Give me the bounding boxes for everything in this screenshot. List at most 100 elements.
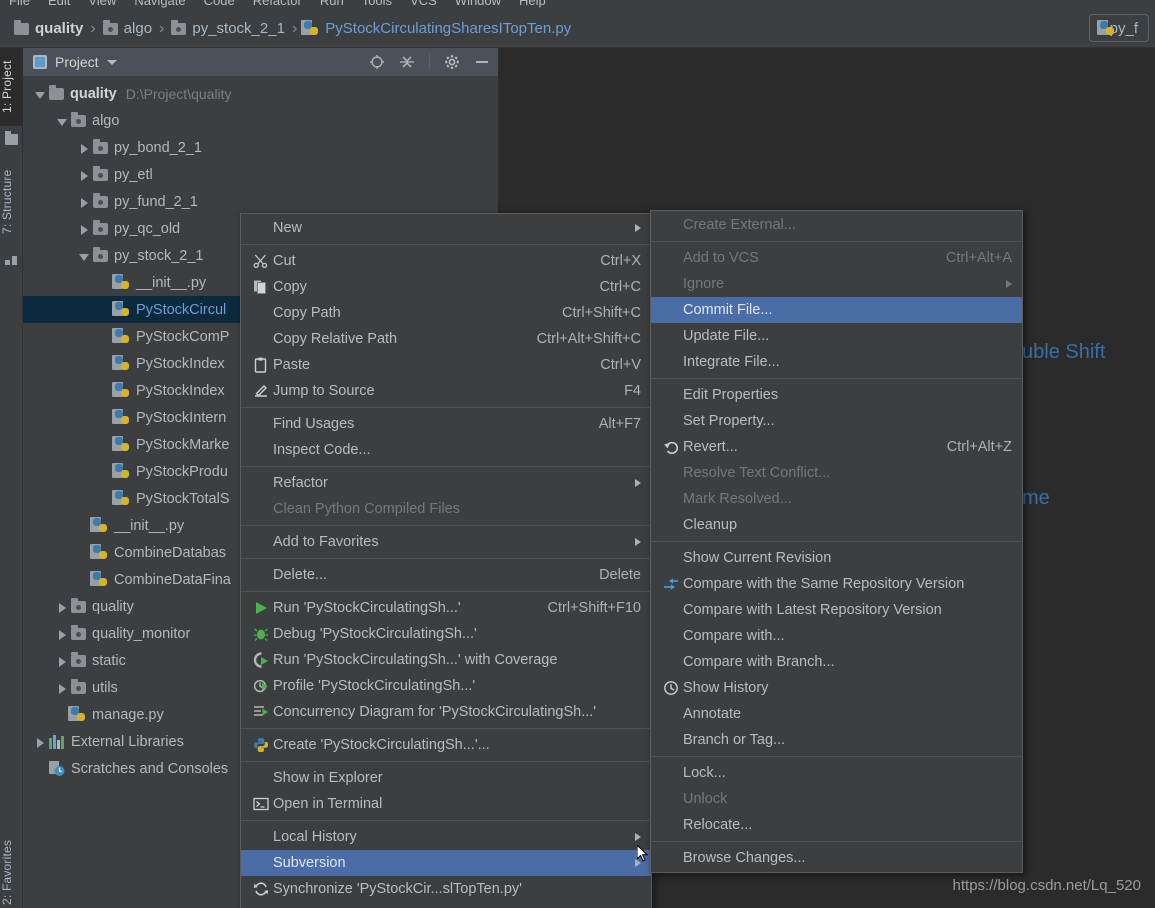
menu-item-cleanup[interactable]: Cleanup xyxy=(651,512,1022,538)
menu-item-local-history[interactable]: Local History xyxy=(241,824,651,850)
menu-item-create-pystockcirculatingsh[interactable]: Create 'PyStockCirculatingSh...'... xyxy=(241,732,651,758)
chevron-right-icon[interactable] xyxy=(77,222,91,236)
menu-item-integrate-file[interactable]: Integrate File... xyxy=(651,349,1022,375)
chevron-right-icon[interactable] xyxy=(77,141,91,155)
menu-item-jump-to-source[interactable]: Jump to Source F4 xyxy=(241,378,651,404)
breadcrumb-item-2[interactable]: py_stock_2_1 xyxy=(171,19,285,37)
menubar-item-vcs[interactable]: VCS xyxy=(401,0,446,7)
breadcrumb-item-0[interactable]: quality xyxy=(14,19,83,37)
chevron-down-icon[interactable] xyxy=(33,87,47,101)
submenu-arrow-icon xyxy=(635,833,641,841)
menu-item-compare-with-latest-repository-version[interactable]: Compare with Latest Repository Version xyxy=(651,597,1022,623)
sidebar-item-structure[interactable]: 7: Structure xyxy=(0,156,23,248)
menu-item-profile-pystockcirculatingsh[interactable]: Profile 'PyStockCirculatingSh...' xyxy=(241,673,651,699)
tree-node[interactable]: py_etl xyxy=(23,161,498,188)
menu-item-cut[interactable]: Cut Ctrl+X xyxy=(241,248,651,274)
source-folder-icon xyxy=(93,192,108,208)
python-file-icon xyxy=(68,706,86,722)
menu-item-update-file[interactable]: Update File... xyxy=(651,323,1022,349)
tree-node[interactable]: algo xyxy=(23,107,498,134)
menu-item-subversion[interactable]: Subversion xyxy=(241,850,651,876)
menubar-item-navigate[interactable]: Navigate xyxy=(125,0,194,7)
menu-item-commit-file[interactable]: Commit File... xyxy=(651,297,1022,323)
file-context-menu[interactable]: New Cut Ctrl+X Copy Ctrl+C Copy Path Ctrl+Shif… xyxy=(240,213,652,908)
collapse-all-icon[interactable] xyxy=(399,54,415,70)
chevron-down-icon[interactable] xyxy=(106,59,117,65)
menubar-item-run[interactable]: Run xyxy=(311,0,353,7)
chevron-right-icon[interactable] xyxy=(55,654,69,668)
editor-hint-text: uble Shift xyxy=(1022,341,1106,363)
chevron-right-icon[interactable] xyxy=(55,681,69,695)
menubar-item-edit[interactable]: Edit xyxy=(39,0,79,7)
menu-item-show-current-revision[interactable]: Show Current Revision xyxy=(651,545,1022,571)
hide-panel-icon[interactable] xyxy=(474,54,490,70)
menu-item-relocate[interactable]: Relocate... xyxy=(651,812,1022,838)
menu-item-edit-scopes[interactable]: Edit Scopes xyxy=(241,902,651,908)
menu-item-revert[interactable]: Revert... Ctrl+Alt+Z xyxy=(651,434,1022,460)
breadcrumb-item-3[interactable]: PyStockCirculatingSharesITopTen.py xyxy=(301,20,571,37)
menu-item-find-usages[interactable]: Find Usages Alt+F7 xyxy=(241,411,651,437)
menu-item-concurrency-diagram-for-pystockcirculatingsh[interactable]: Concurrency Diagram for 'PyStockCirculat… xyxy=(241,699,651,725)
menu-item-shortcut: Ctrl+X xyxy=(600,253,641,269)
menubar-item-code[interactable]: Code xyxy=(195,0,244,7)
menu-item-browse-changes[interactable]: Browse Changes... xyxy=(651,845,1022,871)
menu-item-compare-with[interactable]: Compare with... xyxy=(651,623,1022,649)
chevron-down-icon[interactable] xyxy=(55,114,69,128)
menu-item-copy[interactable]: Copy Ctrl+C xyxy=(241,274,651,300)
settings-gear-icon[interactable] xyxy=(444,54,460,70)
menu-item-add-to-favorites[interactable]: Add to Favorites xyxy=(241,529,651,555)
menu-item-edit-properties[interactable]: Edit Properties xyxy=(651,382,1022,408)
menu-item-compare-with-the-same-repository-version[interactable]: Compare with the Same Repository Version xyxy=(651,571,1022,597)
menubar-item-tools[interactable]: Tools xyxy=(353,0,401,7)
menu-item-copy-relative-path[interactable]: Copy Relative Path Ctrl+Alt+Shift+C xyxy=(241,326,651,352)
main-menubar[interactable]: File Edit View Navigate Code Refactor Run Tools… xyxy=(0,0,1155,10)
menubar-item-file[interactable]: File xyxy=(0,0,39,7)
locate-icon[interactable] xyxy=(369,54,385,70)
menu-item-compare-with-branch[interactable]: Compare with Branch... xyxy=(651,649,1022,675)
menu-item-shortcut: F4 xyxy=(624,383,641,399)
chevron-down-icon[interactable] xyxy=(77,249,91,263)
tree-node-label: py_bond_2_1 xyxy=(114,139,202,156)
menu-item-inspect-code[interactable]: Inspect Code... xyxy=(241,437,651,463)
chevron-right-icon[interactable] xyxy=(77,195,91,209)
python-file-icon xyxy=(112,490,130,506)
menu-item-show-history[interactable]: Show History xyxy=(651,675,1022,701)
menu-item-annotate[interactable]: Annotate xyxy=(651,701,1022,727)
menubar-item-help[interactable]: Help xyxy=(510,0,555,7)
tree-node[interactable]: quality D:\Project\quality xyxy=(23,80,498,107)
tree-node[interactable]: py_bond_2_1 xyxy=(23,134,498,161)
sidebar-item-project[interactable]: 1: Project xyxy=(0,48,23,126)
menu-item-label: Relocate... xyxy=(683,817,753,833)
menu-item-debug-pystockcirculatingsh[interactable]: Debug 'PyStockCirculatingSh...' xyxy=(241,621,651,647)
chevron-right-icon[interactable] xyxy=(33,735,47,749)
menu-item-set-property[interactable]: Set Property... xyxy=(651,408,1022,434)
sidebar-item-favorites[interactable]: 2: Favorites xyxy=(0,826,23,908)
tree-node-label: PyStockIntern xyxy=(136,409,227,426)
menu-item-lock[interactable]: Lock... xyxy=(651,760,1022,786)
chevron-right-icon[interactable] xyxy=(55,627,69,641)
menu-item-delete[interactable]: Delete... Delete xyxy=(241,562,651,588)
menu-item-synchronize-pystockcir-sltopten-py[interactable]: Synchronize 'PyStockCir...slTopTen.py' xyxy=(241,876,651,902)
menu-item-copy-path[interactable]: Copy Path Ctrl+Shift+C xyxy=(241,300,651,326)
editor-file-tab[interactable]: py_f xyxy=(1089,14,1149,42)
menu-item-branch-or-tag[interactable]: Branch or Tag... xyxy=(651,727,1022,753)
menu-item-refactor[interactable]: Refactor xyxy=(241,470,651,496)
menu-item-show-in-explorer[interactable]: Show in Explorer xyxy=(241,765,651,791)
scratches-icon xyxy=(49,761,65,776)
breadcrumb-item-1[interactable]: algo xyxy=(102,19,152,37)
menu-item-run-pystockcirculatingsh[interactable]: Run 'PyStockCirculatingSh...' Ctrl+Shift+… xyxy=(241,595,651,621)
menu-item-run-pystockcirculatingsh-with-coverage[interactable]: Run 'PyStockCirculatingSh...' with Cover… xyxy=(241,647,651,673)
menu-item-new[interactable]: New xyxy=(241,215,651,241)
chevron-right-icon[interactable] xyxy=(55,600,69,614)
menubar-item-window[interactable]: Window xyxy=(446,0,510,7)
subversion-submenu[interactable]: Create External... Add to VCS Ctrl+Alt+A Ig… xyxy=(650,210,1023,873)
menubar-item-view[interactable]: View xyxy=(79,0,125,7)
tree-node[interactable]: py_fund_2_1 xyxy=(23,188,498,215)
menu-item-paste[interactable]: Paste Ctrl+V xyxy=(241,352,651,378)
source-folder-icon xyxy=(71,678,86,694)
menu-item-open-in-terminal[interactable]: Open in Terminal xyxy=(241,791,651,817)
menubar-item-refactor[interactable]: Refactor xyxy=(244,0,311,7)
chevron-right-icon[interactable] xyxy=(77,168,91,182)
